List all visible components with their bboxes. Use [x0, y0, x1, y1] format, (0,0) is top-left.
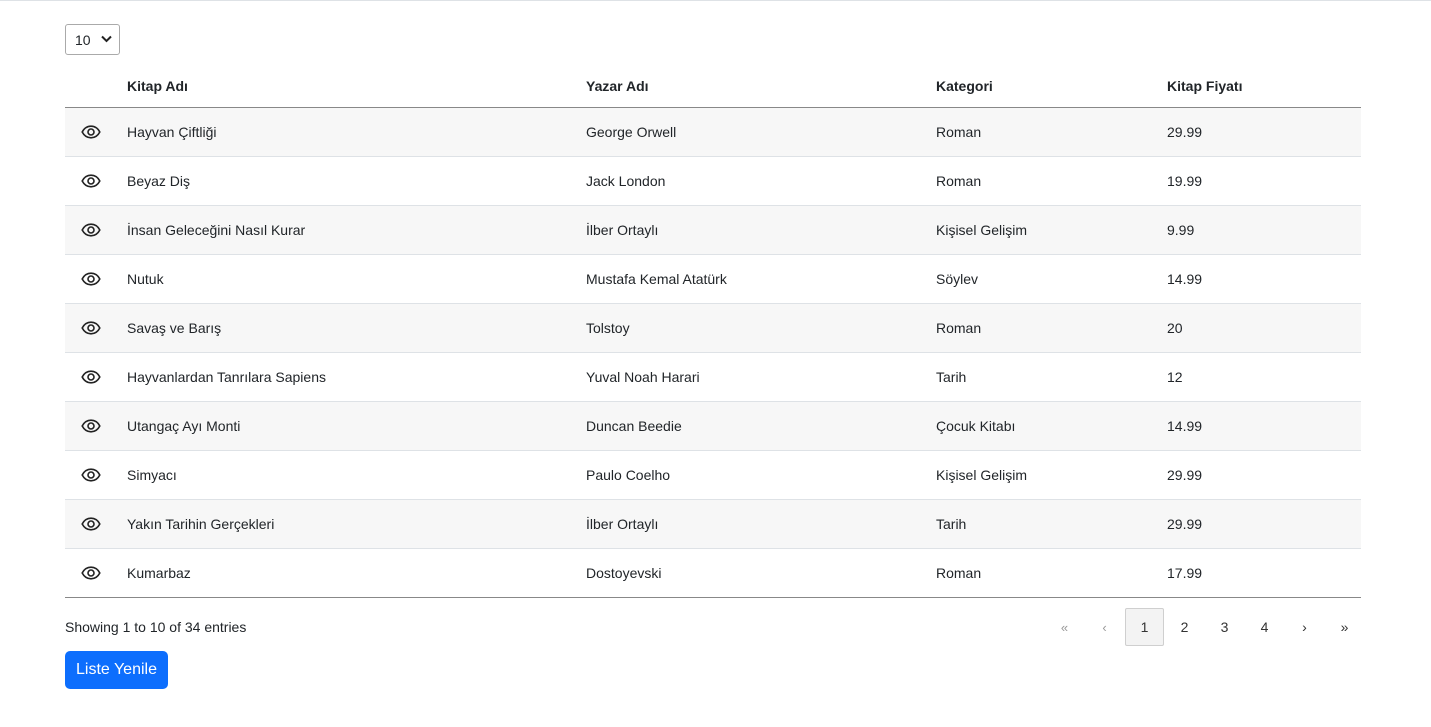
price-cell: 17.99 [1167, 548, 1361, 598]
table-row: Yakın Tarihin Gerçekleri İlber Ortaylı Tar… [65, 499, 1361, 549]
book-name-cell: Beyaz Diş [127, 156, 586, 206]
category-cell: Kişisel Gelişim [936, 450, 1167, 500]
row-action[interactable] [65, 499, 127, 549]
price-cell: 9.99 [1167, 205, 1361, 255]
page-button-1[interactable]: 1 [1125, 608, 1164, 646]
eye-icon[interactable] [81, 419, 101, 433]
category-cell: Söylev [936, 254, 1167, 304]
author-cell: Dostoyevski [586, 548, 936, 598]
price-cell: 14.99 [1167, 401, 1361, 451]
book-name-cell: İnsan Geleceğini Nasıl Kurar [127, 205, 586, 255]
book-name-cell: Utangaç Ayı Monti [127, 401, 586, 451]
price-cell: 29.99 [1167, 499, 1361, 549]
row-action[interactable] [65, 352, 127, 402]
price-cell: 12 [1167, 352, 1361, 402]
header-icon-col [65, 65, 127, 108]
last-page-button[interactable]: » [1325, 608, 1364, 646]
eye-icon[interactable] [81, 321, 101, 335]
table-row: Savaş ve Barış Tolstoy Roman 20 [65, 303, 1361, 353]
author-cell: İlber Ortaylı [586, 205, 936, 255]
row-action[interactable] [65, 303, 127, 353]
category-cell: Roman [936, 303, 1167, 353]
table-row: Utangaç Ayı Monti Duncan Beedie Çocuk Kita… [65, 401, 1361, 451]
pagination: « ‹ 1 2 3 4 › » [1045, 608, 1365, 646]
table-row: Hayvanlardan Tanrılara Sapiens Yuval Noah… [65, 352, 1361, 402]
books-table: Kitap Adı Yazar Adı Kategori Kitap Fiyat… [65, 65, 1361, 598]
author-cell: Mustafa Kemal Atatürk [586, 254, 936, 304]
category-cell: Çocuk Kitabı [936, 401, 1167, 451]
category-cell: Roman [936, 107, 1167, 157]
book-name-cell: Nutuk [127, 254, 586, 304]
eye-icon[interactable] [81, 468, 101, 482]
eye-icon[interactable] [81, 174, 101, 188]
chevron-down-icon [101, 35, 112, 43]
header-author-name[interactable]: Yazar Adı [586, 65, 936, 108]
price-cell: 29.99 [1167, 450, 1361, 500]
table-row: Nutuk Mustafa Kemal Atatürk Söylev 14.99 [65, 254, 1361, 304]
page-size-select[interactable]: 10 [65, 24, 120, 55]
category-cell: Roman [936, 156, 1167, 206]
eye-icon[interactable] [81, 566, 101, 580]
table-row: Beyaz Diş Jack London Roman 19.99 [65, 156, 1361, 206]
top-divider [0, 0, 1431, 1]
author-cell: Jack London [586, 156, 936, 206]
header-price[interactable]: Kitap Fiyatı [1167, 65, 1361, 108]
category-cell: Tarih [936, 352, 1167, 402]
price-cell: 14.99 [1167, 254, 1361, 304]
table-row: Simyacı Paulo Coelho Kişisel Gelişim 29.99 [65, 450, 1361, 500]
table-row: Kumarbaz Dostoyevski Roman 17.99 [65, 548, 1361, 598]
page-button-2[interactable]: 2 [1165, 608, 1204, 646]
header-category[interactable]: Kategori [936, 65, 1167, 108]
author-cell: Tolstoy [586, 303, 936, 353]
author-cell: George Orwell [586, 107, 936, 157]
eye-icon[interactable] [81, 517, 101, 531]
eye-icon[interactable] [81, 223, 101, 237]
row-action[interactable] [65, 548, 127, 598]
eye-icon[interactable] [81, 370, 101, 384]
row-action[interactable] [65, 107, 127, 157]
category-cell: Tarih [936, 499, 1167, 549]
row-action[interactable] [65, 401, 127, 451]
row-action[interactable] [65, 156, 127, 206]
price-cell: 29.99 [1167, 107, 1361, 157]
book-name-cell: Simyacı [127, 450, 586, 500]
entries-info: Showing 1 to 10 of 34 entries [65, 619, 247, 635]
category-cell: Roman [936, 548, 1167, 598]
prev-page-button[interactable]: ‹ [1085, 608, 1124, 646]
category-cell: Kişisel Gelişim [936, 205, 1167, 255]
price-cell: 19.99 [1167, 156, 1361, 206]
header-book-name[interactable]: Kitap Adı [127, 65, 586, 108]
page-button-3[interactable]: 3 [1205, 608, 1244, 646]
author-cell: Duncan Beedie [586, 401, 936, 451]
book-name-cell: Kumarbaz [127, 548, 586, 598]
eye-icon[interactable] [81, 272, 101, 286]
table-header-row: Kitap Adı Yazar Adı Kategori Kitap Fiyat… [65, 65, 1361, 108]
book-name-cell: Yakın Tarihin Gerçekleri [127, 499, 586, 549]
table-row: Hayvan Çiftliği George Orwell Roman 29.99 [65, 107, 1361, 157]
author-cell: Paulo Coelho [586, 450, 936, 500]
page-button-4[interactable]: 4 [1245, 608, 1284, 646]
book-name-cell: Hayvan Çiftliği [127, 107, 586, 157]
author-cell: İlber Ortaylı [586, 499, 936, 549]
refresh-list-button[interactable]: Liste Yenile [65, 651, 168, 689]
next-page-button[interactable]: › [1285, 608, 1324, 646]
price-cell: 20 [1167, 303, 1361, 353]
eye-icon[interactable] [81, 125, 101, 139]
book-name-cell: Savaş ve Barış [127, 303, 586, 353]
author-cell: Yuval Noah Harari [586, 352, 936, 402]
book-name-cell: Hayvanlardan Tanrılara Sapiens [127, 352, 586, 402]
table-row: İnsan Geleceğini Nasıl Kurar İlber Ortayl… [65, 205, 1361, 255]
first-page-button[interactable]: « [1045, 608, 1084, 646]
row-action[interactable] [65, 254, 127, 304]
row-action[interactable] [65, 450, 127, 500]
row-action[interactable] [65, 205, 127, 255]
page-size-value: 10 [75, 31, 91, 48]
